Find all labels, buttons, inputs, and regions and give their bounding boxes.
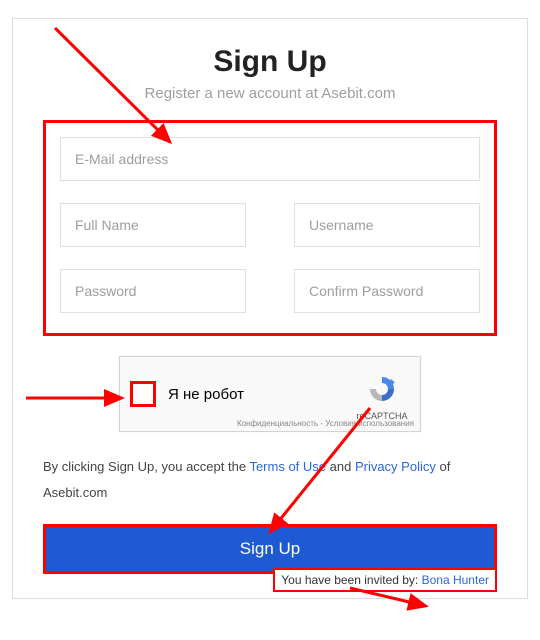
page-title: Sign Up xyxy=(43,45,497,79)
signup-button[interactable]: Sign Up xyxy=(46,527,494,571)
invited-by-badge: You have been invited by: Bona Hunter xyxy=(273,568,497,592)
terms-of-use-link[interactable]: Terms of Use xyxy=(249,459,326,474)
signup-button-highlight-box: Sign Up xyxy=(43,524,497,574)
inviter-link[interactable]: Bona Hunter xyxy=(422,573,489,587)
page-subtitle: Register a new account at Asebit.com xyxy=(43,85,497,102)
captcha-privacy-link[interactable]: Конфиденциальность xyxy=(237,419,318,428)
confirm-password-field[interactable] xyxy=(294,269,480,313)
password-field[interactable] xyxy=(60,269,246,313)
email-field[interactable] xyxy=(60,137,480,181)
recaptcha-widget: Я не робот reCAPTCHA Конфиденциальность … xyxy=(119,356,421,432)
captcha-terms-link[interactable]: Условия использования xyxy=(325,419,414,428)
fields-highlight-box xyxy=(43,120,497,336)
captcha-terms: Конфиденциальность - Условия использован… xyxy=(237,419,414,428)
signup-card: Sign Up Register a new account at Asebit… xyxy=(12,18,528,599)
fullname-field[interactable] xyxy=(60,203,246,247)
captcha-label: Я не робот xyxy=(168,386,244,403)
recaptcha-icon xyxy=(367,374,397,409)
privacy-policy-link[interactable]: Privacy Policy xyxy=(355,459,436,474)
captcha-container: Я не робот reCAPTCHA Конфиденциальность … xyxy=(43,356,497,432)
username-field[interactable] xyxy=(294,203,480,247)
consent-text: By clicking Sign Up, you accept the Term… xyxy=(43,454,497,506)
captcha-checkbox[interactable] xyxy=(130,381,156,407)
